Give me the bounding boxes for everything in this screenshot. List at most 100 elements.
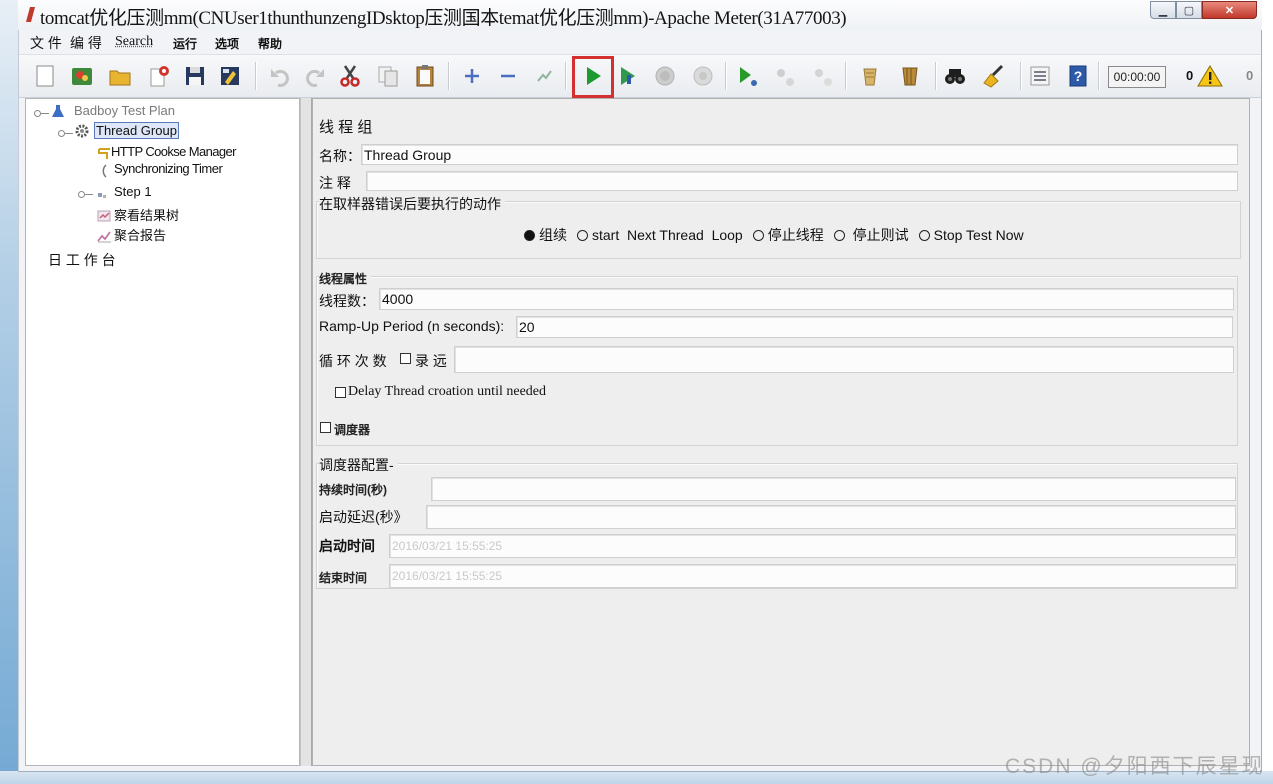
radio-stop-thread[interactable]: 停止线程 bbox=[752, 225, 824, 245]
menu-file[interactable]: 文 件 bbox=[30, 33, 62, 53]
panel-splitter[interactable] bbox=[300, 98, 312, 766]
remote-shutdown-all-icon bbox=[810, 63, 836, 89]
clear-all-button[interactable] bbox=[895, 61, 925, 91]
duration-input[interactable] bbox=[431, 477, 1236, 501]
warning-icon[interactable] bbox=[1197, 64, 1223, 88]
cut-button[interactable] bbox=[335, 61, 365, 91]
save-screenshot-icon bbox=[217, 63, 243, 89]
desktop-edge bbox=[0, 0, 18, 784]
templates-button[interactable] bbox=[67, 61, 97, 91]
tree-node-test-plan[interactable]: Badboy Test Plan bbox=[74, 103, 175, 118]
radio-stop-test[interactable]: 停止则试 bbox=[833, 225, 909, 245]
paste-button[interactable] bbox=[410, 61, 440, 91]
test-plan-icon bbox=[50, 103, 66, 119]
radio-label: 组续 bbox=[539, 227, 567, 243]
save-button[interactable] bbox=[180, 61, 210, 91]
tree-node-results-tree[interactable]: 察看结果树 bbox=[114, 205, 179, 224]
new-button[interactable] bbox=[30, 61, 60, 91]
search-button[interactable] bbox=[940, 61, 970, 91]
name-input[interactable] bbox=[361, 144, 1238, 165]
reset-search-icon bbox=[980, 63, 1006, 89]
start-button-highlight bbox=[572, 56, 614, 98]
help-button[interactable]: ? bbox=[1063, 61, 1093, 91]
save-screenshot-button[interactable] bbox=[215, 61, 245, 91]
comment-input[interactable] bbox=[366, 171, 1238, 191]
end-time-input[interactable] bbox=[389, 564, 1236, 588]
open-button[interactable] bbox=[105, 61, 135, 91]
radio-button[interactable] bbox=[524, 229, 535, 241]
save-icon bbox=[182, 63, 208, 89]
elapsed-timer: 00:00:00 bbox=[1108, 66, 1166, 88]
toggle-button[interactable] bbox=[530, 61, 560, 91]
start-time-input[interactable] bbox=[389, 534, 1236, 558]
tree-node-workbench[interactable]: 日 工 作 台 bbox=[48, 250, 116, 270]
tree-toggle[interactable] bbox=[58, 129, 74, 137]
help-icon: ? bbox=[1065, 63, 1091, 89]
menu-help[interactable]: 帮助 bbox=[258, 35, 282, 52]
clear-icon bbox=[857, 63, 883, 89]
copy-button[interactable] bbox=[373, 61, 403, 91]
loop-forever-checkbox[interactable] bbox=[400, 353, 411, 364]
function-helper-button[interactable] bbox=[1025, 61, 1055, 91]
expand-all-button[interactable] bbox=[457, 61, 487, 91]
close-plan-button[interactable] bbox=[145, 61, 175, 91]
toolbar-separator bbox=[1098, 62, 1099, 90]
radio-button[interactable] bbox=[918, 229, 930, 241]
remote-start-all-button[interactable] bbox=[733, 61, 763, 91]
radio-button[interactable] bbox=[833, 229, 845, 241]
loop-count-label: 循 环 次 数 bbox=[319, 353, 387, 369]
minimize-button[interactable]: ▁ bbox=[1150, 1, 1176, 19]
menu-search[interactable]: Search bbox=[115, 34, 153, 50]
remote-shutdown-all-button[interactable] bbox=[808, 61, 838, 91]
remote-stop-all-button[interactable] bbox=[770, 61, 800, 91]
stop-icon bbox=[652, 63, 678, 89]
toolbar-separator bbox=[448, 62, 449, 90]
tree-node-thread-group[interactable]: Thread Group bbox=[94, 122, 179, 139]
clear-button[interactable] bbox=[855, 61, 885, 91]
threads-input[interactable] bbox=[379, 288, 1234, 310]
clear-all-icon bbox=[897, 63, 923, 89]
delay-thread-label: Delay Thread croation until needed bbox=[348, 384, 546, 399]
redo-icon bbox=[302, 63, 328, 89]
step-icon bbox=[94, 186, 110, 202]
expand-icon bbox=[459, 63, 485, 89]
radio-stop-test-now[interactable]: Stop Test Now bbox=[918, 227, 1024, 243]
tree-toggle[interactable] bbox=[78, 190, 94, 198]
tree-toggle[interactable] bbox=[34, 109, 50, 117]
start-no-pauses-button[interactable] bbox=[613, 61, 643, 91]
menu-run[interactable]: 运行 bbox=[173, 35, 197, 52]
close-window-button[interactable]: ✕ bbox=[1202, 1, 1257, 19]
collapse-all-button[interactable] bbox=[493, 61, 523, 91]
toolbar-separator bbox=[935, 62, 936, 90]
tree-node-aggregate-report[interactable]: 聚合报告 bbox=[114, 225, 166, 244]
menu-options[interactable]: 选项 bbox=[215, 35, 239, 52]
warning-count: 0 bbox=[1186, 68, 1194, 83]
cookie-manager-icon bbox=[96, 145, 112, 161]
watermark: CSDN @夕阳西下辰星现 bbox=[1005, 755, 1265, 778]
maximize-button[interactable]: ▢ bbox=[1176, 1, 1202, 19]
scheduler-checkbox[interactable] bbox=[320, 422, 331, 433]
delay-thread-checkbox[interactable] bbox=[335, 387, 346, 398]
undo-button[interactable] bbox=[265, 61, 295, 91]
menu-edit[interactable]: 编 得 bbox=[70, 33, 102, 53]
rampup-input[interactable] bbox=[516, 316, 1233, 338]
redo-button[interactable] bbox=[300, 61, 330, 91]
tree-node-step[interactable]: Step 1 bbox=[114, 184, 152, 199]
radio-button[interactable] bbox=[577, 229, 588, 241]
startup-delay-input[interactable] bbox=[426, 505, 1236, 529]
loop-count-input[interactable] bbox=[454, 346, 1234, 373]
close-plan-icon bbox=[147, 63, 173, 89]
loop-forever-label: 录 远 bbox=[415, 353, 447, 369]
results-tree-icon bbox=[96, 207, 112, 223]
tree-node-sync-timer[interactable]: Synchronizing Timer bbox=[114, 161, 223, 176]
templates-icon bbox=[69, 63, 95, 89]
stop-button[interactable] bbox=[650, 61, 680, 91]
tree-node-cookie-manager[interactable]: HTTP Cookse Manager bbox=[111, 144, 237, 159]
reset-search-button[interactable] bbox=[978, 61, 1008, 91]
radio-continue[interactable]: 组续 bbox=[524, 225, 567, 245]
radio-start-next-loop[interactable]: start Next Thread Loop bbox=[577, 227, 743, 243]
shutdown-button[interactable] bbox=[688, 61, 718, 91]
radio-label: start Next Thread Loop bbox=[592, 227, 743, 243]
radio-button[interactable] bbox=[752, 229, 764, 241]
radio-label: 停止线程 bbox=[767, 227, 824, 243]
